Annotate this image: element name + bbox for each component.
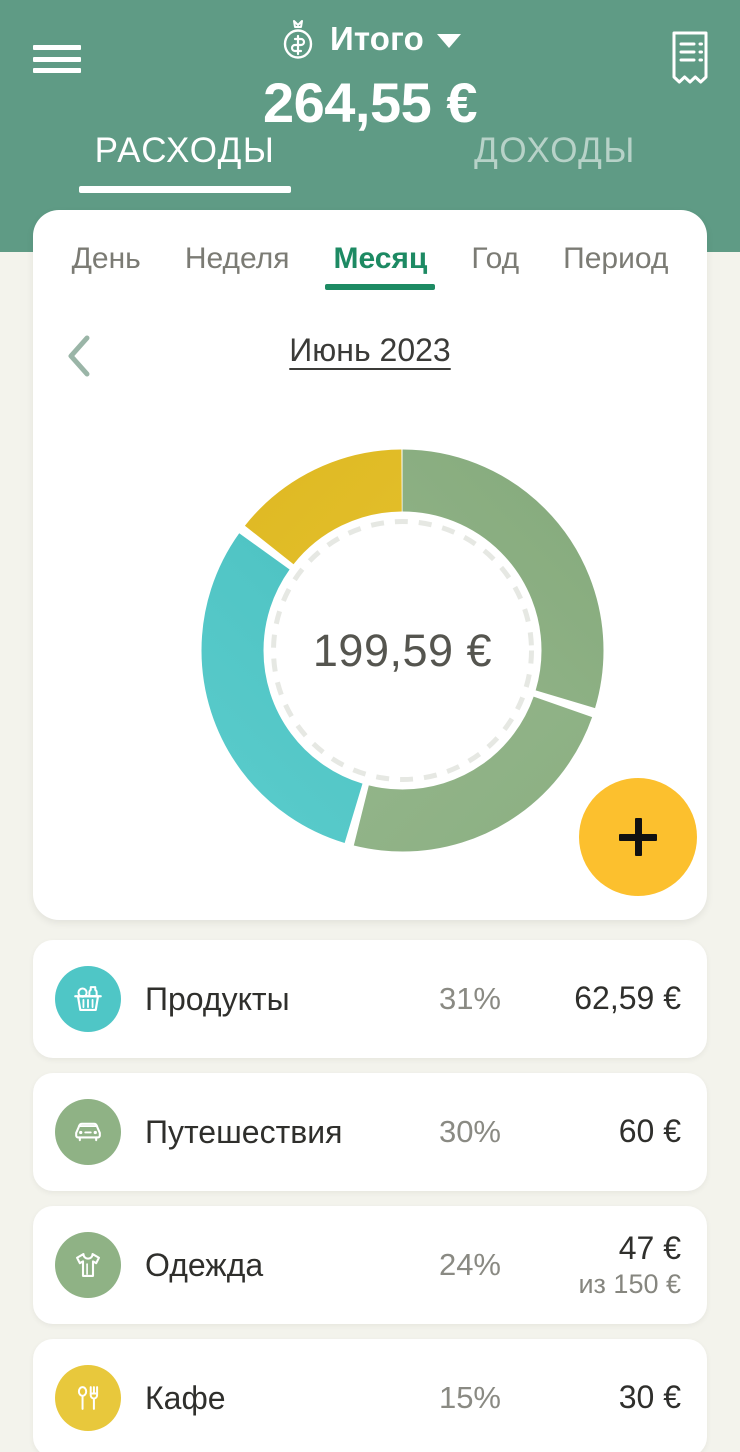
cutlery-icon (55, 1365, 121, 1431)
period-tab-year[interactable]: Год (449, 238, 541, 290)
category-row-clothes[interactable]: Одежда 24% 47 € из 150 € (33, 1206, 707, 1324)
period-tab-week[interactable]: Неделя (163, 238, 312, 290)
category-row-groceries[interactable]: Продукты 31% 62,59 € (33, 940, 707, 1058)
category-amounts: 30 € (501, 1379, 681, 1417)
category-amounts: 62,59 € (501, 980, 681, 1018)
period-tab-day[interactable]: День (50, 238, 163, 290)
donut-center-total: 199,59 € (312, 624, 493, 676)
current-period-label[interactable]: Июнь 2023 (33, 332, 707, 369)
category-percent: 31% (438, 981, 501, 1016)
tshirt-icon (55, 1232, 121, 1298)
add-transaction-button[interactable] (579, 778, 697, 896)
account-label: Итого (329, 20, 425, 57)
category-name: Кафе (145, 1379, 226, 1416)
tab-expenses[interactable]: РАСХОДЫ (0, 131, 370, 193)
category-percent: 15% (438, 1380, 501, 1415)
category-list: Продукты 31% 62,59 € Путешествия 30% 60 … (33, 940, 707, 1452)
tab-incomes[interactable]: ДОХОДЫ (370, 131, 740, 193)
chevron-down-icon (437, 34, 462, 48)
category-amount: 62,59 € (574, 980, 681, 1017)
total-amount: 264,55 € (263, 71, 477, 134)
account-selector[interactable]: Итого (0, 18, 740, 60)
date-navigation: Июнь 2023 (33, 328, 707, 384)
category-name: Путешествия (145, 1113, 343, 1150)
period-tab-range[interactable]: Период (541, 238, 690, 290)
category-percent: 30% (438, 1114, 501, 1149)
category-amounts: 47 € из 150 € (501, 1230, 681, 1300)
category-amount: 47 € (618, 1229, 681, 1266)
category-amounts: 60 € (501, 1113, 681, 1151)
category-row-cafe[interactable]: Кафе 15% 30 € (33, 1339, 707, 1452)
money-bag-icon (283, 20, 313, 59)
period-tab-month[interactable]: Месяц (311, 238, 449, 290)
category-amount: 60 € (618, 1113, 681, 1150)
expenses-donut-chart[interactable]: 199,59 € (170, 418, 635, 883)
main-tabs: РАСХОДЫ ДОХОДЫ (0, 131, 740, 193)
category-percent: 24% (438, 1247, 501, 1282)
category-row-travel[interactable]: Путешествия 30% 60 € (33, 1073, 707, 1191)
chart-card: День Неделя Месяц Год Период Июнь 2023 1… (33, 210, 707, 920)
period-tabs: День Неделя Месяц Год Период (33, 238, 707, 290)
category-amount: 30 € (618, 1379, 681, 1416)
category-name: Продукты (145, 980, 290, 1017)
car-icon (55, 1099, 121, 1165)
category-name: Одежда (145, 1246, 264, 1283)
grocery-basket-icon (55, 966, 121, 1032)
category-budget: из 150 € (578, 1268, 681, 1299)
